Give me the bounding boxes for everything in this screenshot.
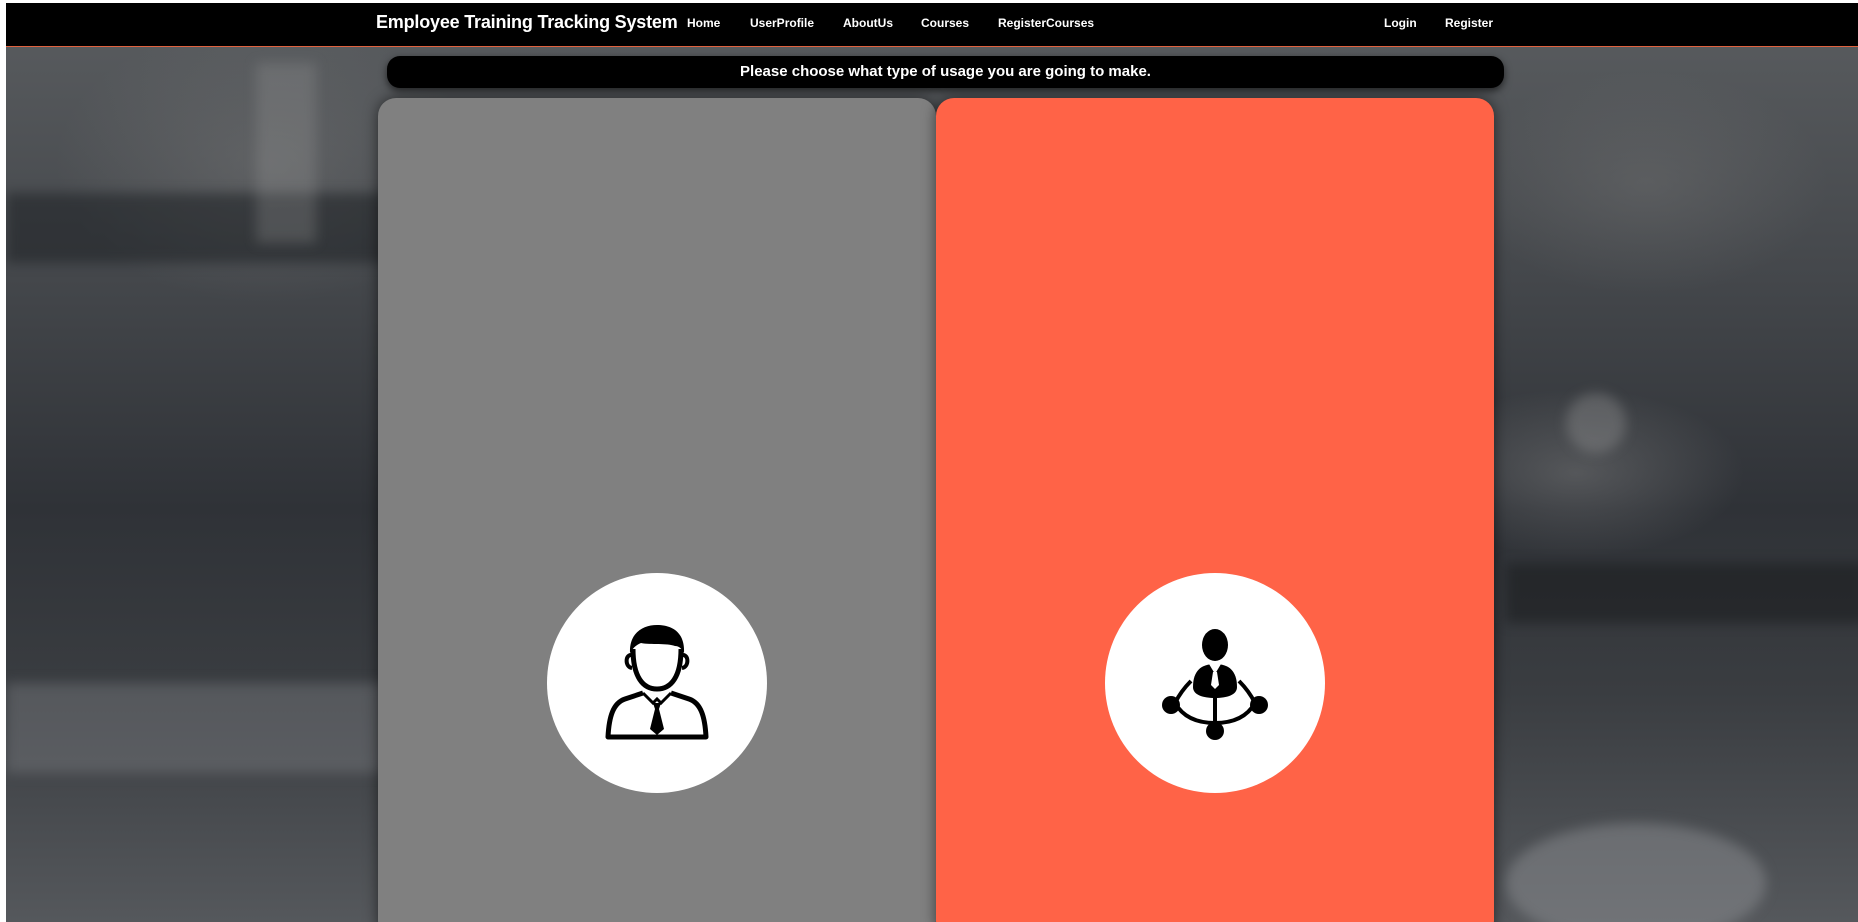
nav-user-profile[interactable]: UserProfile	[750, 16, 814, 30]
page-background: Employee Training Tracking System Home U…	[6, 3, 1858, 922]
background-decoration	[256, 63, 316, 243]
nav-home[interactable]: Home	[687, 16, 720, 30]
top-navbar: Employee Training Tracking System Home U…	[6, 3, 1858, 47]
manager-icon-circle	[1105, 573, 1325, 793]
employee-person-icon	[595, 619, 719, 748]
nav-courses[interactable]: Courses	[921, 16, 969, 30]
employee-icon-circle	[547, 573, 767, 793]
manager-usage-card[interactable]	[936, 98, 1494, 922]
usage-prompt-banner: Please choose what type of usage you are…	[387, 56, 1504, 88]
background-decoration	[1506, 563, 1858, 623]
background-decoration	[6, 683, 386, 773]
manager-network-icon	[1153, 619, 1277, 748]
employee-usage-card[interactable]	[378, 98, 936, 922]
background-decoration	[1506, 823, 1766, 922]
background-decoration	[6, 193, 386, 263]
nav-about-us[interactable]: AboutUs	[843, 16, 893, 30]
background-decoration	[1566, 393, 1626, 453]
brand-title[interactable]: Employee Training Tracking System	[376, 12, 678, 33]
nav-register[interactable]: Register	[1445, 16, 1493, 30]
nav-register-courses[interactable]: RegisterCourses	[998, 16, 1094, 30]
nav-login[interactable]: Login	[1384, 16, 1417, 30]
